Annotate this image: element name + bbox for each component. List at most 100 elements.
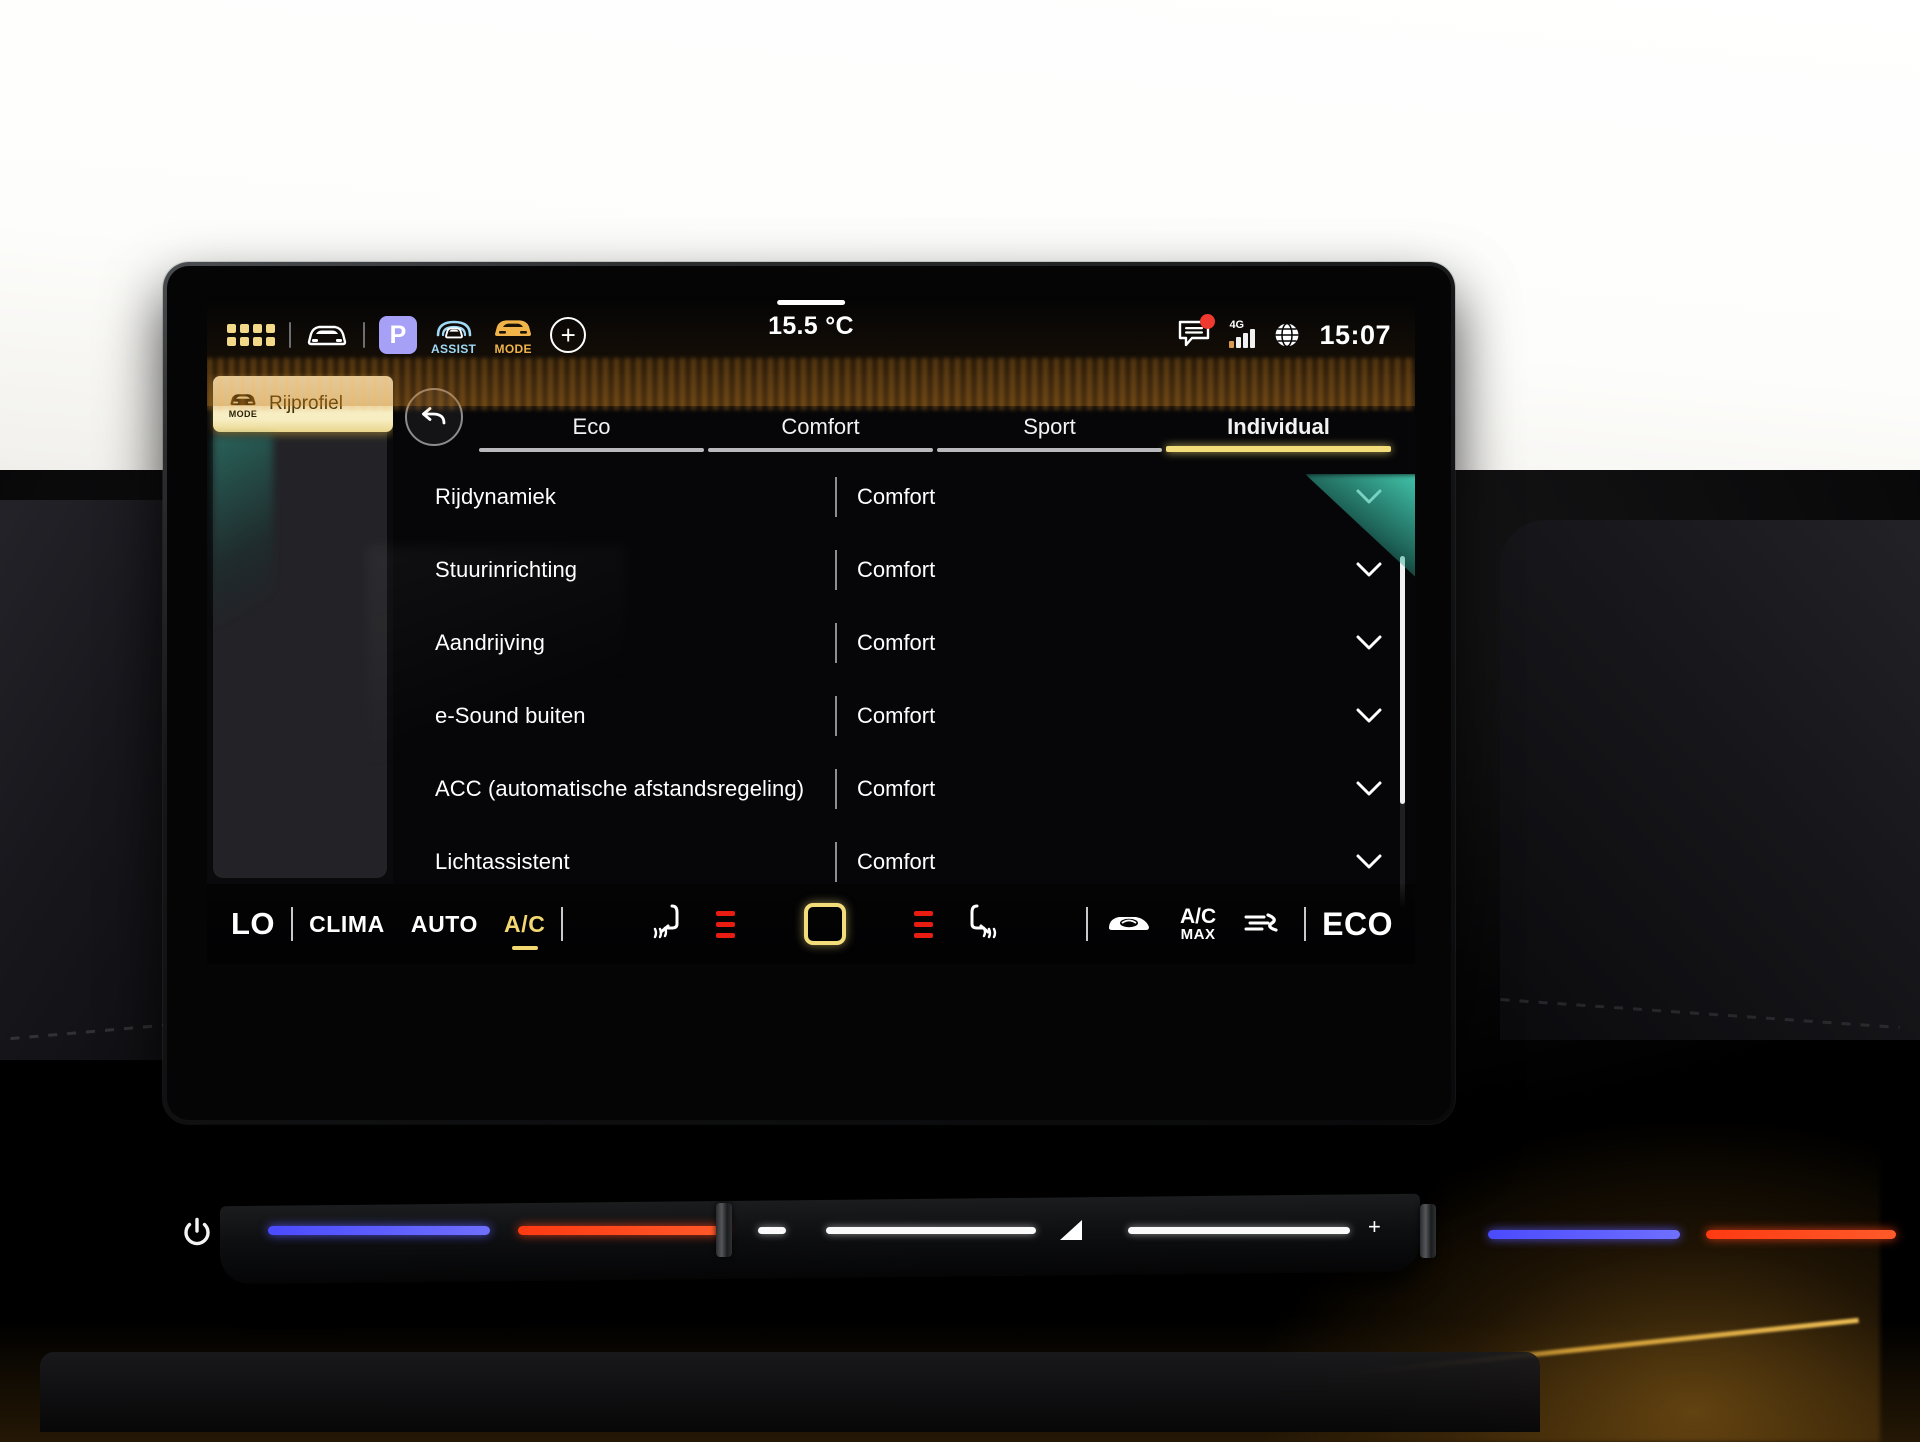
center-console-vent (40, 1352, 1540, 1432)
row-divider (835, 841, 837, 882)
grid-apps-icon[interactable] (227, 324, 275, 346)
climate-lo-label[interactable]: LO (231, 906, 275, 942)
control-strip-body (220, 1193, 1420, 1285)
chevron-down-icon[interactable] (1349, 854, 1389, 870)
driver-temp-hot-segment[interactable] (518, 1226, 728, 1235)
driver-temp-cold-segment[interactable] (268, 1226, 490, 1235)
table-row[interactable]: e-Sound buiten Comfort (393, 679, 1389, 752)
ac-max-button[interactable]: A/C MAX (1180, 906, 1216, 942)
row-label: ACC (automatische afstandsregeling) (435, 775, 805, 801)
message-notification-dot (1200, 313, 1216, 329)
table-row[interactable]: Aandrijving Comfort (393, 606, 1389, 679)
assist-icon[interactable]: ASSIST (431, 315, 476, 356)
outside-temperature: 15.5 °C (768, 312, 854, 340)
status-bar-center-group: 15.5 °C (768, 300, 854, 341)
drive-profile-tabs: Eco Comfort Sport Individual (477, 374, 1393, 460)
row-value: Comfort (857, 629, 936, 655)
rail-mode-icon: MODE (227, 390, 259, 419)
seat-heater-right-icon[interactable] (959, 902, 1001, 947)
row-label: e-Sound buiten (435, 702, 586, 728)
passenger-temp-hot-segment[interactable] (1706, 1230, 1896, 1239)
chevron-down-icon[interactable] (1349, 489, 1389, 505)
screen-drag-handle[interactable] (776, 300, 845, 305)
row-value: Comfort (857, 483, 936, 509)
status-bar-right-group: 4G 15:07 (1177, 313, 1391, 353)
power-button-icon[interactable] (180, 1216, 214, 1255)
tab-eco[interactable]: Eco (477, 414, 706, 452)
table-row[interactable]: ACC (automatische afstandsregeling) Comf… (393, 752, 1389, 825)
airflow-icon[interactable] (1242, 909, 1288, 940)
tab-individual[interactable]: Individual (1164, 414, 1393, 452)
tab-row: Eco Comfort Sport Individual (393, 374, 1415, 460)
row-label: Aandrijving (435, 629, 545, 655)
chevron-down-icon[interactable] (1349, 708, 1389, 724)
increase-label[interactable]: + (1368, 1214, 1381, 1240)
park-status-badge[interactable]: P (379, 316, 417, 354)
seat-heater-left-icon[interactable] (648, 902, 690, 947)
status-bar-left-group: P ASSIST MODE + (227, 315, 587, 356)
climate-ac-button[interactable]: A/C (504, 910, 546, 950)
row-label: Stuurinrichting (435, 556, 578, 582)
tab-individual-label: Individual (1227, 414, 1330, 439)
ac-max-top-label: A/C (1179, 905, 1217, 928)
row-divider (835, 549, 837, 590)
assist-icon-label: ASSIST (431, 341, 477, 356)
tab-comfort-underline (708, 448, 933, 452)
table-row[interactable]: Stuurinrichting Comfort (393, 533, 1389, 606)
drive-mode-icon[interactable]: MODE (490, 315, 536, 356)
left-rail: MODE Rijprofiel (207, 374, 393, 884)
sidebar-item-label: Rijprofiel (269, 393, 343, 414)
climate-auto-button[interactable]: AUTO (411, 911, 478, 938)
dashboard-right-panel (1500, 520, 1920, 1040)
left-rail-panel (213, 426, 387, 878)
chevron-down-icon[interactable] (1349, 781, 1389, 797)
chevron-down-icon[interactable] (1349, 635, 1389, 651)
row-value: Comfort (857, 848, 936, 874)
network-type-label: 4G (1229, 319, 1245, 331)
row-value: Comfort (857, 556, 936, 582)
passenger-temp-knob[interactable] (1420, 1204, 1436, 1258)
climate-divider-2 (561, 907, 564, 941)
car-front-icon[interactable] (305, 320, 349, 350)
row-value: Comfort (857, 702, 936, 728)
driver-temp-knob[interactable] (716, 1203, 732, 1257)
row-divider (835, 622, 837, 663)
settings-list[interactable]: Rijdynamiek Comfort Stuurinrichting Comf… (393, 460, 1415, 916)
globe-icon[interactable] (1273, 321, 1301, 349)
tab-sport[interactable]: Sport (935, 414, 1164, 452)
plus-circle-icon[interactable]: + (550, 317, 587, 353)
main-content: Eco Comfort Sport Individual Rijdynamiek… (393, 374, 1415, 916)
clock: 15:07 (1319, 319, 1391, 350)
climate-divider-1 (291, 907, 294, 941)
dashboard-scene: P ASSIST MODE + 15.5 °C 4G 15:07 MODE Ri… (0, 0, 1920, 1442)
row-divider (835, 476, 837, 517)
decrease-label[interactable]: − (758, 1216, 771, 1242)
drive-mode-icon-label: MODE (494, 341, 532, 356)
tab-comfort-label: Comfort (781, 414, 860, 439)
air-recirculation-icon[interactable] (1104, 908, 1154, 941)
row-label: Rijdynamiek (435, 483, 556, 509)
volume-track-right[interactable] (1128, 1227, 1350, 1234)
back-button[interactable] (405, 388, 463, 446)
lower-control-strip: − + (184, 1190, 1896, 1340)
climate-ac-label: A/C (504, 910, 546, 937)
tab-comfort[interactable]: Comfort (706, 414, 935, 452)
climate-zone-square[interactable] (803, 903, 846, 945)
message-bubble-icon[interactable] (1177, 313, 1216, 353)
climate-divider-4 (1304, 907, 1307, 941)
table-row[interactable]: Rijdynamiek Comfort (393, 460, 1389, 533)
climate-eco-button[interactable]: ECO (1322, 906, 1393, 943)
tab-sport-underline (937, 448, 1162, 452)
sidebar-item-rijprofiel[interactable]: MODE Rijprofiel (213, 376, 393, 432)
passenger-temp-cold-segment[interactable] (1488, 1230, 1680, 1239)
list-scrollbar-thumb[interactable] (1400, 556, 1405, 804)
volume-track-left[interactable] (826, 1227, 1036, 1234)
seat-heater-right-level[interactable] (914, 910, 934, 938)
tab-sport-label: Sport (1023, 414, 1076, 439)
chevron-down-icon[interactable] (1349, 562, 1389, 578)
climate-clima-button[interactable]: CLIMA (309, 911, 385, 938)
row-label: Lichtassistent (435, 848, 570, 874)
seat-heater-left-level[interactable] (716, 910, 736, 938)
status-divider-1 (289, 322, 291, 348)
list-scrollbar[interactable] (1400, 556, 1405, 916)
